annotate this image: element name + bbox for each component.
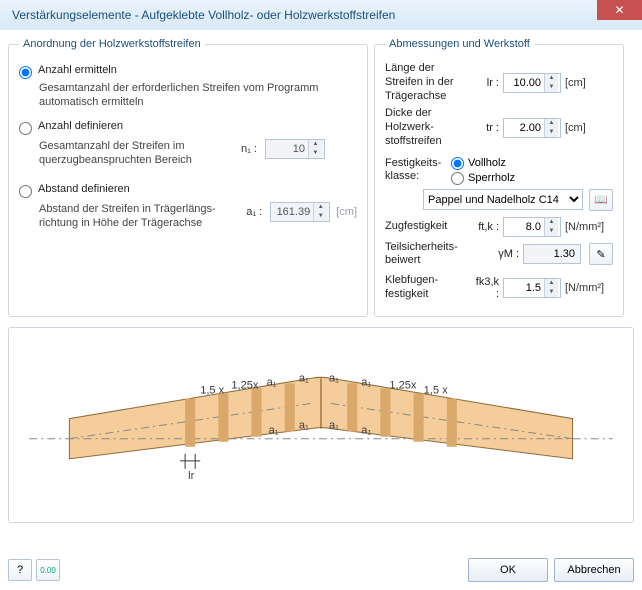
ok-button[interactable]: OK <box>468 558 548 582</box>
spinner-up-icon: ▲ <box>314 203 327 212</box>
help-icon: ? <box>17 564 23 576</box>
spinner-down-icon[interactable]: ▼ <box>545 227 558 236</box>
close-button[interactable]: ✕ <box>597 0 642 20</box>
glue-input[interactable] <box>504 282 544 294</box>
safety-edit-button[interactable]: ✎ <box>589 243 613 265</box>
spinner-up-icon[interactable]: ▲ <box>545 74 558 83</box>
n1-input <box>266 143 308 155</box>
svg-text:a₁: a₁ <box>361 424 371 436</box>
safety-label: Teilsicherheits-beiwert <box>385 241 487 269</box>
safety-input <box>524 248 578 260</box>
svg-text:a₁: a₁ <box>269 424 279 436</box>
safety-field <box>523 244 581 264</box>
svg-text:1,5 x: 1,5 x <box>424 384 448 396</box>
svg-text:1,25x: 1,25x <box>231 379 259 391</box>
n1-spinner: ▲▼ <box>265 139 325 159</box>
svg-text:a₁: a₁ <box>329 419 339 431</box>
a1-input <box>271 206 313 218</box>
arrangement-group: Anordnung der Holzwerkstoffstreifen Anza… <box>8 38 368 317</box>
glue-spinner[interactable]: ▲▼ <box>503 278 561 298</box>
glue-symbol: fk3,k : <box>471 276 499 300</box>
beam-diagram: 1,5 x 1,25x a₁ a₁ a₁ a₁ 1,25x 1,5 x a₁ a… <box>9 328 633 523</box>
spinner-up-icon[interactable]: ▲ <box>545 218 558 227</box>
edit-icon: ✎ <box>596 248 605 261</box>
spinner-down-icon: ▼ <box>309 149 322 158</box>
radio-count-define-desc: Gesamtanzahl der Streifen im querzugbean… <box>39 139 241 168</box>
length-input[interactable] <box>504 77 544 89</box>
thickness-symbol: tr : <box>471 122 499 134</box>
library-button[interactable]: 📖 <box>589 189 613 211</box>
n1-symbol: n₁ : <box>241 143 257 155</box>
radio-spacing-define[interactable] <box>19 185 32 198</box>
svg-text:a₁: a₁ <box>329 372 339 384</box>
radio-count-define-label: Anzahl definieren <box>38 120 123 132</box>
thickness-label: Dicke der Holzwerk-stoffstreifen <box>385 107 467 148</box>
spinner-down-icon[interactable]: ▼ <box>545 128 558 137</box>
spinner-up-icon: ▲ <box>309 140 322 149</box>
tensile-input[interactable] <box>504 221 544 233</box>
strength-class-label: Festigkeits-klasse: <box>385 157 447 185</box>
units-button[interactable]: 0.00 <box>36 559 60 581</box>
tensile-unit: [N/mm²] <box>565 221 613 233</box>
radio-spacing-define-desc: Abstand der Streifen in Trägerlängs-rich… <box>39 202 246 231</box>
radio-count-define[interactable] <box>19 122 32 135</box>
svg-text:1,25x: 1,25x <box>389 379 417 391</box>
thickness-input[interactable] <box>504 122 544 134</box>
dimensions-group: Abmessungen und Werkstoff Länge der Stre… <box>374 38 624 317</box>
length-label: Länge der Streifen in der Trägerachse <box>385 62 467 103</box>
book-icon: 📖 <box>594 193 608 206</box>
svg-text:a₁: a₁ <box>361 376 371 388</box>
length-symbol: lr : <box>471 77 499 89</box>
spinner-up-icon[interactable]: ▲ <box>545 279 558 288</box>
titlebar: Verstärkungselemente - Aufgeklebte Vollh… <box>0 0 642 30</box>
spinner-up-icon[interactable]: ▲ <box>545 119 558 128</box>
svg-text:a₁: a₁ <box>299 419 309 431</box>
a1-symbol: a₁ : <box>246 206 262 218</box>
diagram-area: 1,5 x 1,25x a₁ a₁ a₁ a₁ 1,25x 1,5 x a₁ a… <box>8 327 634 523</box>
a1-unit: [cm] <box>336 206 357 218</box>
svg-text:1,5 x: 1,5 x <box>200 384 224 396</box>
svg-text:a₁: a₁ <box>299 372 309 384</box>
radio-count-auto-label: Anzahl ermitteln <box>38 64 117 76</box>
thickness-unit: [cm] <box>565 122 613 134</box>
tensile-spinner[interactable]: ▲▼ <box>503 217 561 237</box>
glue-unit: [N/mm²] <box>565 282 613 294</box>
dimensions-legend: Abmessungen und Werkstoff <box>385 38 534 50</box>
units-icon: 0.00 <box>40 566 56 575</box>
radio-count-auto-desc: Gesamtanzahl der erforderlichen Streifen… <box>39 81 357 110</box>
spinner-down-icon[interactable]: ▼ <box>545 288 558 297</box>
spinner-down-icon: ▼ <box>314 212 327 221</box>
material-select[interactable]: Pappel und Nadelholz C14 <box>423 189 583 210</box>
svg-text:a₁: a₁ <box>267 376 277 388</box>
radio-count-auto[interactable] <box>19 66 32 79</box>
thickness-spinner[interactable]: ▲▼ <box>503 118 561 138</box>
cancel-button[interactable]: Abbrechen <box>554 558 634 582</box>
radio-vollholz[interactable] <box>451 157 464 170</box>
help-button[interactable]: ? <box>8 559 32 581</box>
window-title: Verstärkungselemente - Aufgeklebte Vollh… <box>12 8 395 22</box>
radio-sperrholz-label: Sperrholz <box>468 172 515 184</box>
svg-text:lr: lr <box>188 469 194 481</box>
radio-sperrholz[interactable] <box>451 172 464 185</box>
spinner-down-icon[interactable]: ▼ <box>545 83 558 92</box>
length-unit: [cm] <box>565 77 613 89</box>
length-spinner[interactable]: ▲▼ <box>503 73 561 93</box>
radio-vollholz-label: Vollholz <box>468 157 506 169</box>
safety-symbol: γM : <box>491 248 519 260</box>
radio-spacing-define-label: Abstand definieren <box>38 183 130 195</box>
a1-spinner: ▲▼ <box>270 202 330 222</box>
tensile-label: Zugfestigkeit <box>385 220 467 234</box>
glue-label: Klebfugen-festigkeit <box>385 274 467 302</box>
tensile-symbol: ft,k : <box>471 221 499 233</box>
arrangement-legend: Anordnung der Holzwerkstoffstreifen <box>19 38 205 50</box>
